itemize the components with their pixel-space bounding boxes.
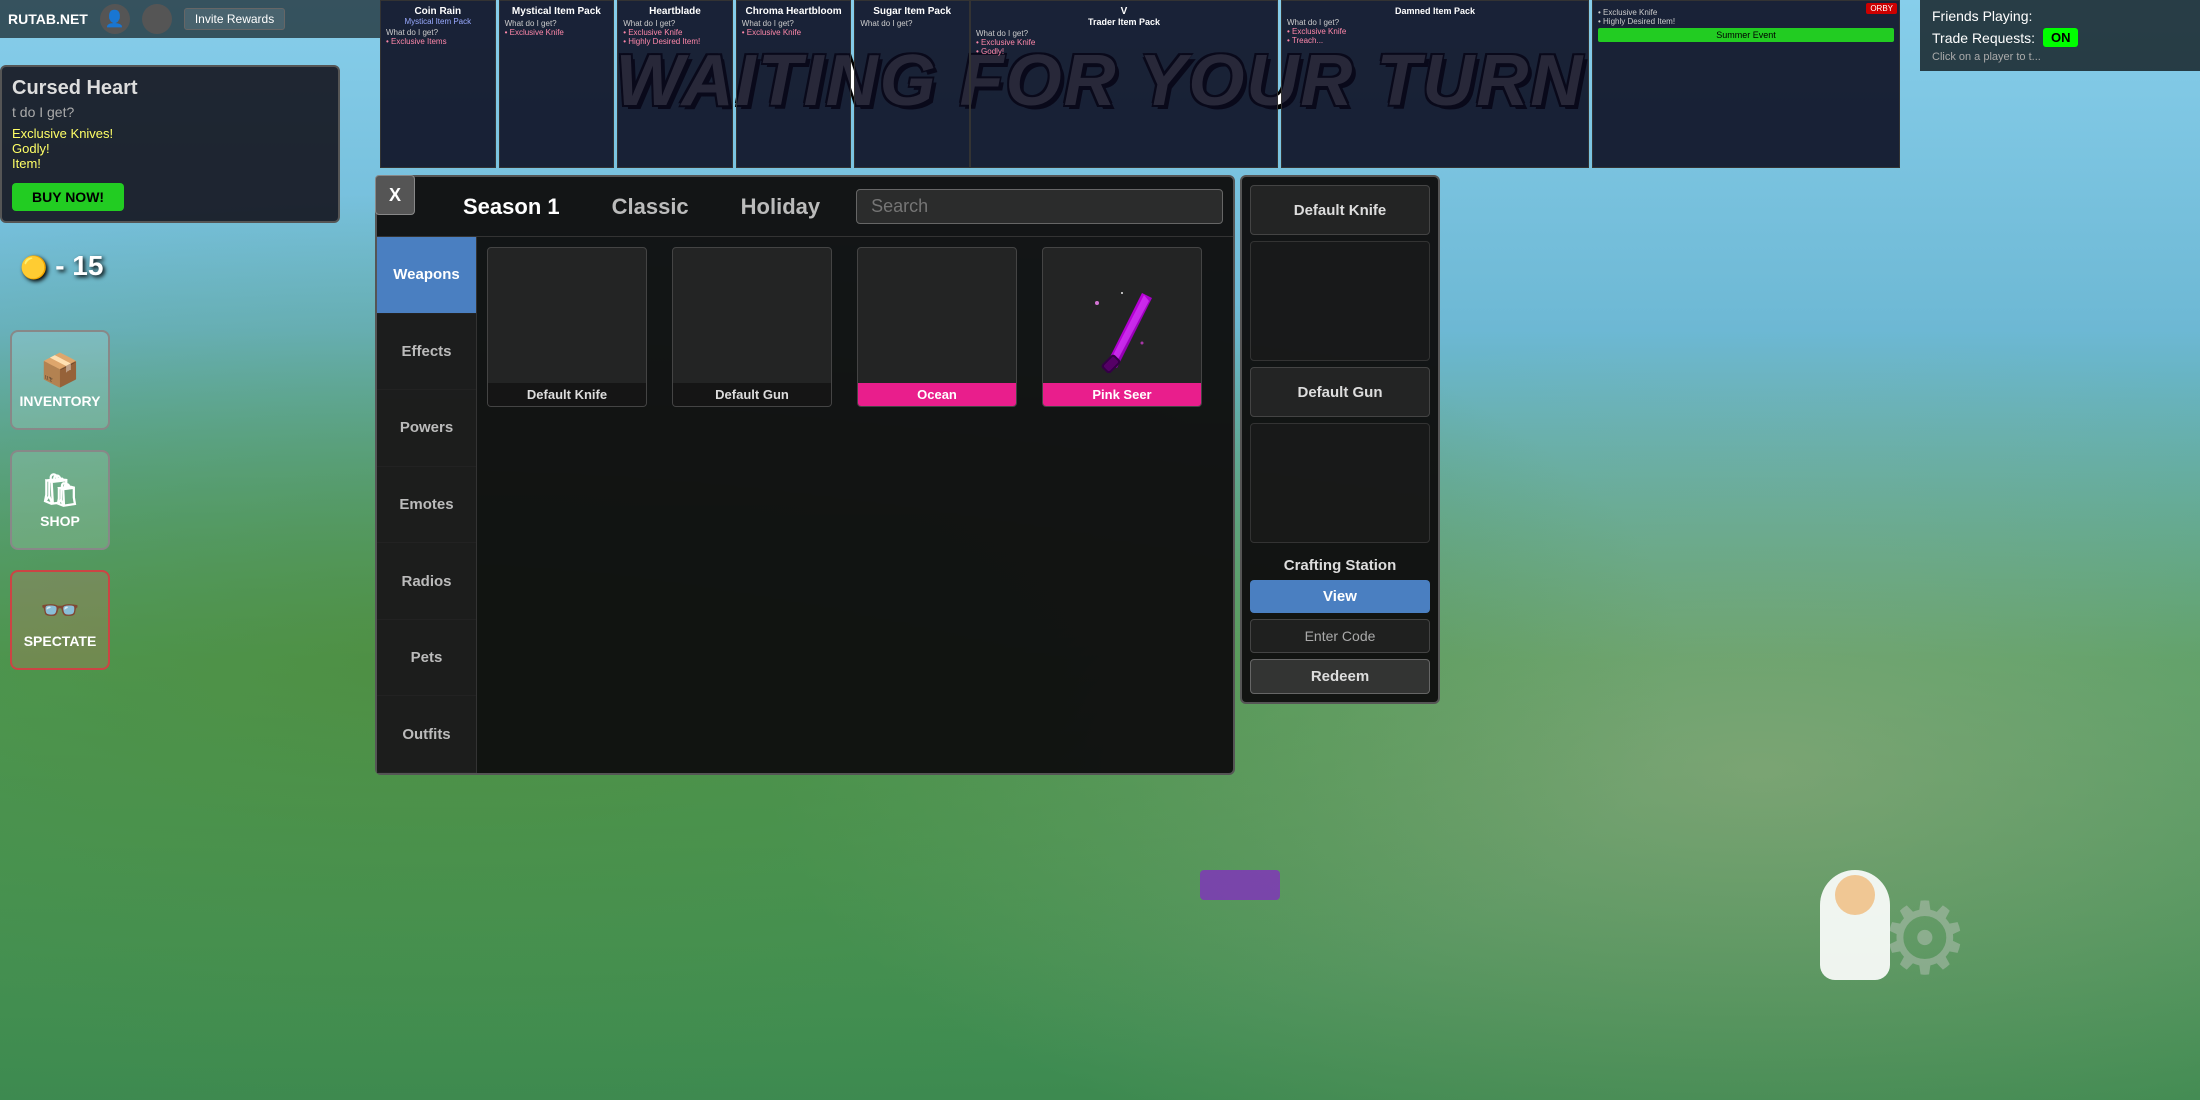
equipped-gun-slot[interactable]: Default Gun (1250, 367, 1430, 417)
tab-season1[interactable]: Season 1 (447, 186, 576, 228)
promo-title: Coin Rain (386, 6, 490, 17)
tab-classic[interactable]: Classic (596, 186, 705, 228)
crafting-station-title: Crafting Station (1250, 557, 1430, 574)
crafting-view-button[interactable]: View (1250, 580, 1430, 613)
category-effects[interactable]: Effects (377, 314, 476, 391)
promo-coin-rain[interactable]: Coin Rain Mystical Item Pack What do I g… (380, 0, 496, 168)
promo-bar: Coin Rain Mystical Item Pack What do I g… (380, 0, 970, 168)
friends-playing-label: Friends Playing: (1932, 8, 2188, 24)
grid-item-default-gun[interactable]: Default Gun (672, 247, 832, 407)
grid-item-ocean[interactable]: Ocean (857, 247, 1017, 407)
grid-item-default-knife[interactable]: Default Knife (487, 247, 647, 407)
promo-title: Heartblade (623, 6, 727, 17)
tab-holiday[interactable]: Holiday (725, 186, 836, 228)
promo-mystical[interactable]: Mystical Item Pack What do I get? • Excl… (499, 0, 615, 168)
character-decoration (1820, 870, 1890, 980)
category-weapons[interactable]: Weapons (377, 237, 476, 314)
category-radios[interactable]: Radios (377, 543, 476, 620)
promo-title: Chroma Heartbloom (742, 6, 846, 17)
promo-right-2[interactable]: Damned Item Pack What do I get? • Exclus… (1281, 0, 1589, 168)
item-label-default-knife: Default Knife (488, 383, 646, 406)
item-grid: Default Knife Default Gun Ocean (477, 237, 1233, 773)
left-hud: RUTAB.NET 👤 Invite Rewards (0, 0, 380, 1100)
purple-platform (1200, 870, 1280, 900)
character-head (1835, 875, 1875, 915)
menu-icon (142, 4, 172, 34)
promo-title: Sugar Item Pack (860, 6, 964, 17)
pink-seer-knife-svg (1087, 283, 1157, 373)
category-outfits[interactable]: Outfits (377, 696, 476, 773)
right-panel: Default Knife Default Gun Crafting Stati… (1240, 175, 1440, 704)
category-pets[interactable]: Pets (377, 620, 476, 697)
grid-item-pink-seer[interactable]: Pink Seer (1042, 247, 1202, 407)
redeem-button[interactable]: Redeem (1250, 659, 1430, 694)
promo-heartblade[interactable]: Heartblade What do I get? • Exclusive Kn… (617, 0, 733, 168)
item-label-default-gun: Default Gun (673, 383, 831, 406)
search-input[interactable] (856, 189, 1223, 224)
hud-top-bar: RUTAB.NET 👤 Invite Rewards (0, 0, 380, 38)
category-sidebar: Weapons Effects Powers Emotes Radios Pet… (377, 237, 477, 773)
click-hint: Click on a player to t... (1932, 51, 2188, 63)
crafting-section: Crafting Station View Enter Code Redeem (1250, 557, 1430, 694)
item-label-pink-seer: Pink Seer (1043, 383, 1201, 406)
right-promo-bar: V Trader Item Pack What do I get? • Excl… (970, 0, 1900, 168)
promo-right-1[interactable]: V Trader Item Pack What do I get? • Excl… (970, 0, 1278, 168)
orby-badge: ORBY (1866, 3, 1897, 14)
inventory-body: Weapons Effects Powers Emotes Radios Pet… (377, 237, 1233, 773)
promo-sugar[interactable]: Sugar Item Pack What do I get? (854, 0, 970, 168)
item-label-ocean: Ocean (858, 383, 1016, 406)
gear-decoration: ⚙ (1880, 880, 2000, 1000)
promo-title: Mystical Item Pack (505, 6, 609, 17)
close-button[interactable]: X (375, 175, 415, 215)
tab-bar: Season 1 Classic Holiday (377, 177, 1233, 237)
invite-rewards-button[interactable]: Invite Rewards (184, 8, 285, 30)
avatar-icon: 👤 (100, 4, 130, 34)
empty-slot-1 (1250, 241, 1430, 361)
category-emotes[interactable]: Emotes (377, 467, 476, 544)
trade-row: Trade Requests: ON (1932, 28, 2188, 47)
inventory-panel: X Season 1 Classic Holiday Weapons Effec… (375, 175, 1235, 775)
site-logo: RUTAB.NET (8, 11, 88, 27)
category-powers[interactable]: Powers (377, 390, 476, 467)
friends-panel: Friends Playing: Trade Requests: ON Clic… (1920, 0, 2200, 71)
empty-slot-2 (1250, 423, 1430, 543)
promo-cta[interactable]: Summer Event (1598, 28, 1894, 42)
enter-code-slot[interactable]: Enter Code (1250, 619, 1430, 653)
pink-seer-image (1059, 272, 1185, 383)
equipped-knife-slot[interactable]: Default Knife (1250, 185, 1430, 235)
promo-right-3[interactable]: ORBY • Exclusive Knife• Highly Desired I… (1592, 0, 1900, 168)
trade-status-badge[interactable]: ON (2043, 28, 2079, 47)
trade-requests-label: Trade Requests: (1932, 30, 2035, 46)
promo-chroma[interactable]: Chroma Heartbloom What do I get? • Exclu… (736, 0, 852, 168)
